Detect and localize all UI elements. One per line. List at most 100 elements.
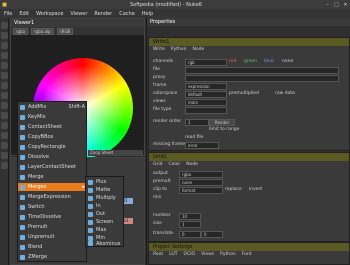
menu-item-zmerge[interactable]: ZMerge [18, 253, 88, 261]
clip-to-dropdown[interactable]: format [179, 187, 223, 194]
views-dropdown[interactable]: main [185, 99, 227, 106]
menu-item-keymix[interactable]: KeyMix [18, 113, 88, 121]
limit-to-range-checkbox[interactable]: limit to range [209, 127, 239, 132]
menu-cache[interactable]: Cache [119, 11, 135, 17]
tab-views[interactable]: Views [201, 252, 214, 257]
merge-tool-icon[interactable] [1, 92, 8, 99]
raw-data-checkbox[interactable]: raw data [275, 91, 295, 96]
replace-checkbox[interactable]: replace [225, 187, 242, 192]
other-tool-icon[interactable] [1, 142, 8, 149]
red-checkbox[interactable]: red [229, 59, 236, 64]
translate-x-input[interactable]: 0 [179, 231, 201, 238]
tab-write[interactable]: Write [153, 47, 165, 52]
tab-font[interactable]: Font [242, 252, 252, 257]
channel-tool-icon[interactable] [1, 52, 8, 59]
menu-item-copybbox[interactable]: CopyBBox [18, 133, 88, 141]
menu-viewer[interactable]: Viewer [70, 11, 87, 17]
submenu-item-out[interactable]: Out [86, 210, 125, 218]
invert-checkbox[interactable]: invert [249, 187, 262, 192]
size-input[interactable]: 1 [179, 221, 201, 228]
submenu-item-absminus[interactable]: Absminus [86, 240, 125, 247]
menu-item-blend[interactable]: Blend [18, 243, 88, 251]
menu-item-addmix[interactable]: AddMix Shift-A [18, 103, 88, 111]
merges-icon [20, 184, 25, 190]
transform-tool-icon[interactable] [1, 102, 8, 109]
app-logo-icon: ■ [2, 1, 7, 8]
menu-item-timedissolve[interactable]: TimeDissolve [18, 213, 88, 221]
submenu-item-max[interactable]: Max [86, 226, 125, 234]
tab-properties[interactable]: Properties [150, 19, 175, 25]
menu-item-unpremult[interactable]: Unpremult [18, 233, 88, 241]
menu-file[interactable]: File [4, 11, 12, 17]
tab-node[interactable]: Node [193, 47, 205, 52]
missing-frames-dropdown[interactable]: error [185, 142, 219, 149]
close-button[interactable]: ✕ [341, 2, 350, 8]
green-checkbox[interactable]: green [244, 59, 257, 64]
translate-y-input[interactable]: 0 [201, 231, 223, 238]
color-tool-icon[interactable] [1, 62, 8, 69]
views-tool-icon[interactable] [1, 122, 8, 129]
menu-render[interactable]: Render [94, 11, 112, 17]
render-button[interactable]: Render [209, 119, 235, 126]
tab-python[interactable]: Python [171, 47, 187, 52]
lut-dropdown[interactable]: sRGB [56, 27, 74, 35]
tab-ocio[interactable]: OCIO [184, 252, 196, 257]
read-file-checkbox[interactable]: read file [185, 135, 203, 140]
render-order-label: render order [153, 119, 182, 124]
time-tool-icon[interactable] [1, 42, 8, 49]
frame-dropdown[interactable]: expression [185, 83, 227, 90]
none-checkbox[interactable]: none [282, 59, 293, 64]
menu-item-copyrectangle[interactable]: CopyRectangle [18, 143, 88, 151]
menu-workspace[interactable]: Workspace [36, 11, 63, 17]
tab-viewer[interactable]: Viewer1 [14, 20, 34, 26]
metadata-tool-icon[interactable] [1, 132, 8, 139]
tab-project-python[interactable]: Python [220, 252, 236, 257]
channels-dropdown[interactable]: rgb [185, 59, 227, 66]
menu-item-switch[interactable]: Switch [18, 203, 88, 211]
menu-item-premult[interactable]: Premult [18, 223, 88, 231]
menu-edit[interactable]: Edit [19, 11, 29, 17]
submenu-item-multiply[interactable]: Multiply [86, 194, 125, 202]
tab-grid-node[interactable]: Node [186, 162, 198, 167]
tab-root[interactable]: Root [153, 252, 163, 257]
layer-dropdown[interactable]: rgba.alp [31, 27, 54, 35]
premult-dropdown[interactable]: none [179, 179, 223, 186]
submenu-item-matte[interactable]: Matte [86, 186, 125, 194]
maximize-button[interactable]: □ [332, 2, 341, 8]
proxy-input[interactable] [185, 75, 339, 82]
submenu-item-screen[interactable]: Screen [86, 218, 125, 226]
zoom-dropdown[interactable]: Zoop Sheet [88, 150, 143, 156]
colorspace-dropdown[interactable]: default [185, 91, 227, 98]
minimize-button[interactable]: – [323, 2, 332, 8]
file-input[interactable] [185, 67, 339, 74]
submenu-item-plus[interactable]: Plus [86, 178, 125, 186]
tab-color[interactable]: Color [168, 162, 180, 167]
furnace-tool-icon[interactable] [1, 152, 8, 159]
file-type-dropdown[interactable] [185, 107, 227, 114]
menu-item-merge[interactable]: Merge [18, 173, 88, 181]
menu-item-contactsheet[interactable]: ContactSheet [18, 123, 88, 131]
image-tool-icon[interactable] [1, 22, 8, 29]
draw-tool-icon[interactable] [1, 32, 8, 39]
menu-item-merges[interactable]: Merges ▸ [18, 183, 88, 191]
menu-help[interactable]: Help [142, 11, 153, 17]
menu-item-mergeexpression[interactable]: MergeExpression [18, 193, 88, 201]
keyer-tool-icon[interactable] [1, 82, 8, 89]
merges-submenu: Plus Matte Multiply In Out Screen Max Mi… [85, 176, 124, 247]
plugins-tool-icon[interactable] [1, 162, 8, 169]
render-order-input[interactable]: 1 [185, 119, 209, 126]
tab-grid[interactable]: Grid [153, 162, 162, 167]
properties-tabstrip: Properties [147, 18, 350, 26]
output-dropdown[interactable]: rgba [179, 171, 223, 178]
3d-tool-icon[interactable] [1, 112, 8, 119]
menu-item-layercontactsheet[interactable]: LayerContactSheet [18, 163, 88, 171]
blue-checkbox[interactable]: blue [264, 59, 274, 64]
submenu-item-in[interactable]: In [86, 202, 125, 210]
filter-tool-icon[interactable] [1, 72, 8, 79]
menu-item-dissolve[interactable]: Dissolve [18, 153, 88, 161]
channels-dropdown[interactable]: rgba [13, 27, 29, 35]
premultiplied-checkbox[interactable]: premultiplied [229, 91, 259, 96]
tab-lut[interactable]: LUT [169, 252, 177, 257]
max-icon [88, 227, 93, 233]
number-input[interactable]: 10 [179, 213, 201, 220]
